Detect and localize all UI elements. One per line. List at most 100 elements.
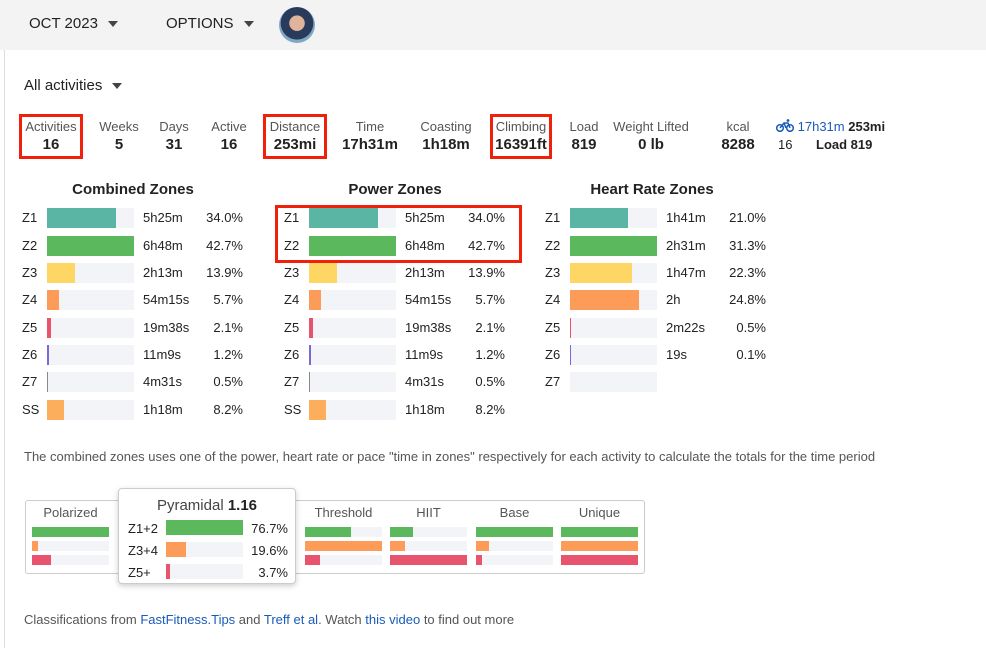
zone-bar-track (570, 372, 657, 392)
zone-bar-fill (47, 318, 52, 338)
classification-unique[interactable]: Unique (561, 505, 638, 565)
zone-time: 11m9s (405, 347, 444, 362)
classification-bar-fill (390, 541, 406, 551)
stat-label: Active (211, 119, 247, 134)
stat-value: 31 (165, 136, 183, 153)
stat-value: 5 (114, 136, 124, 153)
zone-percent: 2.1% (213, 320, 243, 335)
classification-bar-fill (561, 541, 638, 551)
tooltip-row: Z1+2 76.7% (128, 520, 288, 536)
activity-filter[interactable]: All activities (24, 77, 123, 94)
stat-value: 17h31m (342, 136, 398, 153)
zone-row-z1: Z1 5h25m 34.0% (22, 208, 243, 228)
zone-row-z6: Z6 11m9s 1.2% (22, 345, 243, 365)
zone-row-ss: SS 1h18m 8.2% (284, 400, 505, 420)
zone-bar-fill (570, 208, 629, 228)
zone-bar-track (570, 318, 657, 338)
zone-bar-fill (47, 236, 134, 256)
zone-label: Z1 (545, 210, 561, 225)
options-menu[interactable]: OPTIONS (166, 15, 254, 32)
zone-bar-track (47, 236, 134, 256)
zone-time: 11m9s (143, 347, 182, 362)
month-selector[interactable]: OCT 2023 (29, 15, 118, 32)
stat-coasting: Coasting 1h18m (420, 119, 471, 153)
highlight-box (275, 205, 522, 263)
divider (4, 50, 5, 648)
classification-bar-fill (561, 527, 638, 537)
classification-bar (390, 541, 467, 551)
stat-active: Active 16 (211, 119, 246, 153)
zone-row-z7: Z7 4m31s 0.5% (22, 372, 243, 392)
zone-time: 54m15s (143, 292, 190, 307)
zone-label: Z3 (545, 265, 561, 280)
zone-time: 1h47m (666, 265, 706, 280)
fastfitness-link[interactable]: FastFitness.Tips (140, 612, 235, 627)
zone-percent: 0.5% (736, 320, 766, 335)
zone-row-z1: Z1 1h41m 21.0% (545, 208, 766, 228)
zone-row-z6: Z6 19s 0.1% (545, 345, 766, 365)
caret-down-icon (243, 20, 254, 27)
zone-row-z7: Z7 (545, 372, 766, 392)
top-bar: OCT 2023 OPTIONS (0, 0, 986, 50)
zone-label: Z4 (545, 292, 561, 307)
classification-threshold[interactable]: Threshold (305, 505, 382, 565)
zone-bar-fill (309, 263, 338, 283)
classification-bar (561, 527, 638, 537)
zone-label: Z5 (284, 320, 300, 335)
month-label: OCT 2023 (29, 15, 98, 32)
stat-value: 8288 (721, 136, 755, 153)
options-label: OPTIONS (166, 15, 234, 32)
classification-bar (32, 555, 109, 565)
classification-base[interactable]: Base (476, 505, 553, 565)
zone-percent: 13.9% (206, 265, 243, 280)
zone-time: 4m31s (143, 374, 183, 389)
tooltip-bar (166, 542, 243, 557)
zone-time: 2h (666, 292, 681, 307)
zone-label: Z4 (284, 292, 300, 307)
zone-bar-fill (309, 400, 326, 420)
classification-polarized[interactable]: Polarized (32, 505, 109, 565)
zone-bar-track (309, 290, 396, 310)
tooltip-bar-fill (166, 564, 170, 579)
highlight-box (263, 114, 327, 159)
zone-label: Z7 (545, 374, 561, 389)
zone-percent: 1.2% (213, 347, 243, 362)
zone-row-z4: Z4 2h 24.8% (545, 290, 766, 310)
zone-label: SS (22, 402, 40, 417)
zone-time: 5h25m (143, 210, 183, 225)
tooltip-row: Z5+ 3.7% (128, 564, 288, 580)
classification-bar-fill (305, 541, 382, 551)
zone-bar-fill (309, 345, 312, 365)
stat-value: 819 (571, 136, 597, 153)
zone-time: 1h41m (666, 210, 706, 225)
zone-label: Z2 (545, 238, 561, 253)
ride-time[interactable]: 17h31m (798, 119, 845, 134)
ride-distance: 253mi (848, 119, 886, 134)
combined-zones-note: The combined zones uses one of the power… (24, 449, 876, 464)
stat-days: Days 31 (159, 119, 189, 153)
avatar[interactable] (279, 7, 315, 43)
classification-bar-fill (32, 541, 39, 551)
zone-percent: 8.2% (213, 402, 243, 417)
zone-bar-fill (570, 318, 572, 338)
treff-link[interactable]: Treff et al (264, 612, 318, 627)
classification-bar (561, 555, 638, 565)
zone-percent: 24.8% (729, 292, 766, 307)
zone-row-z5: Z5 19m38s 2.1% (284, 318, 505, 338)
zone-time: 6h48m (143, 238, 183, 253)
zone-percent: 5.7% (475, 292, 505, 307)
video-link[interactable]: this video (365, 612, 420, 627)
footer-watch: . Watch (318, 612, 366, 627)
zone-row-z7: Z7 4m31s 0.5% (284, 372, 505, 392)
classification-hiit[interactable]: HIIT (390, 505, 467, 565)
zone-label: Z6 (22, 347, 38, 362)
zone-percent: 8.2% (475, 402, 505, 417)
zone-time: 1h18m (143, 402, 183, 417)
stat-load: Load 819 (570, 119, 599, 153)
zone-percent: 21.0% (729, 210, 766, 225)
zone-bar-fill (47, 208, 117, 228)
classification-bar (32, 541, 109, 551)
stat-kcal: kcal 8288 (721, 119, 754, 153)
zone-label: Z7 (284, 374, 300, 389)
classification-name: Polarized (43, 505, 98, 520)
